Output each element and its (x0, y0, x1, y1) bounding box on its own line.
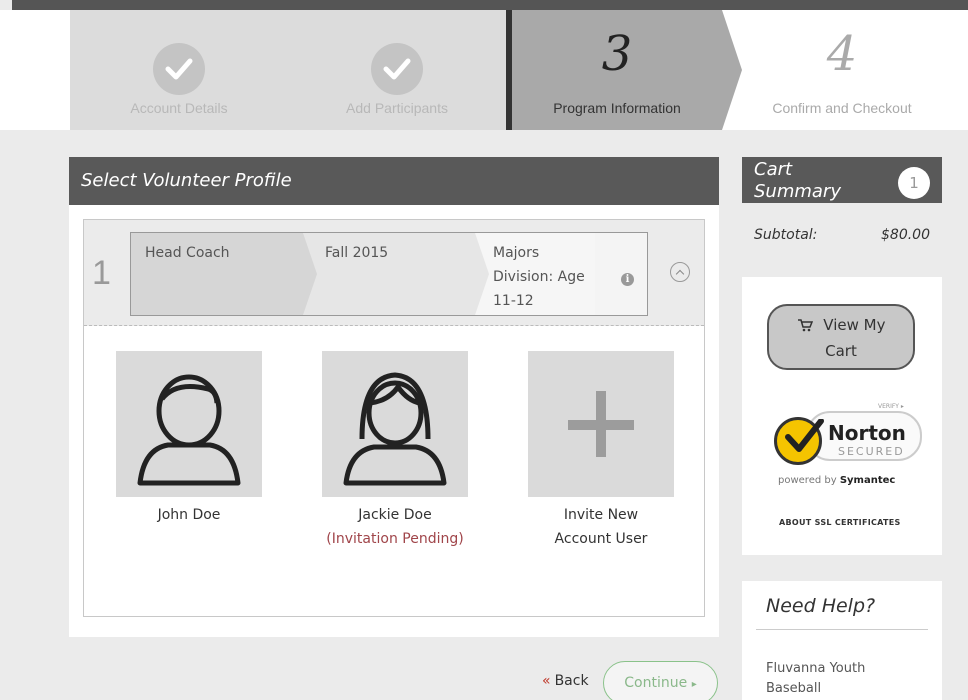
view-cart-label: View My (823, 316, 886, 334)
powered-brand: Symantec (839, 475, 896, 486)
profile-card-john-doe[interactable]: John Doe (104, 351, 274, 527)
plus-icon (528, 351, 674, 497)
checkmark-icon (371, 43, 423, 95)
checkout-steps: Account Details Add Participants 3 Progr… (70, 10, 968, 130)
cart-icon (797, 316, 824, 334)
profile-list: John Doe Jackie Doe (Invitation Pending) (84, 326, 704, 616)
subtotal-label: Subtotal: (754, 227, 818, 243)
step-account-details[interactable]: Account Details (70, 10, 288, 130)
step-label: Confirm and Checkout (772, 100, 912, 116)
back-label: Back (554, 673, 589, 689)
continue-arrow-icon: ▸ (691, 679, 697, 690)
step-arrow (722, 10, 742, 130)
subtotal-amount: $80.00 (881, 227, 930, 243)
volunteer-entry: 1 Head Coach Fall 2015 Majors Division: … (83, 219, 705, 617)
step-label: Account Details (130, 100, 228, 116)
continue-label: Continue (624, 675, 688, 691)
help-title: Need Help? (766, 595, 876, 617)
role-breadcrumb: Head Coach Fall 2015 Majors Division: Ag… (130, 232, 648, 316)
top-bar (12, 0, 968, 10)
info-icon[interactable]: i (621, 273, 634, 286)
step-confirm-checkout[interactable]: 4 Confirm and Checkout (742, 10, 942, 130)
panel-title: Select Volunteer Profile (69, 157, 719, 205)
male-avatar-icon (116, 351, 262, 497)
profile-name: Jackie Doe (358, 507, 432, 523)
profile-card-jackie-doe[interactable]: Jackie Doe (Invitation Pending) (310, 351, 480, 551)
back-chevron-icon: « (542, 673, 551, 689)
subtotal-row: Subtotal: $80.00 (742, 203, 942, 277)
view-cart-button[interactable]: View My Cart (767, 304, 915, 370)
help-organization[interactable]: Fluvanna Youth Baseball (766, 659, 916, 699)
profile-name: John Doe (157, 507, 221, 523)
norton-brand: Norton (828, 421, 906, 445)
step-program-information[interactable]: 3 Program Information (512, 10, 722, 130)
norton-secured-seal[interactable]: VERIFY ▸ Norton SECURED powered by Syman… (770, 397, 930, 507)
entry-header: 1 Head Coach Fall 2015 Majors Division: … (84, 220, 704, 326)
cart-title: Cart Summary 1 (742, 157, 942, 203)
step-label: Add Participants (346, 100, 448, 116)
norton-tick-icon (785, 419, 824, 452)
breadcrumb-role: Head Coach (131, 233, 303, 315)
female-avatar-icon (322, 351, 468, 497)
norton-powered-by: powered by Symantec (778, 475, 895, 486)
breadcrumb-arrow (303, 233, 317, 315)
continue-button[interactable]: Continue ▸ (603, 661, 718, 700)
invite-new-user-card[interactable]: Invite New Account User (516, 351, 686, 551)
step-add-participants[interactable]: Add Participants (288, 10, 506, 130)
back-link[interactable]: «Back (542, 673, 589, 689)
volunteer-profile-panel: Select Volunteer Profile 1 Head Coach Fa… (69, 157, 719, 637)
powered-prefix: powered by (778, 475, 837, 486)
step-number: 4 (826, 26, 858, 82)
collapse-icon[interactable] (670, 262, 690, 282)
breadcrumb-season: Fall 2015 (303, 233, 475, 315)
cart-count-badge: 1 (898, 167, 930, 199)
breadcrumb-arrow (475, 233, 489, 315)
help-divider (756, 629, 928, 630)
help-panel: Need Help? Fluvanna Youth Baseball (742, 581, 942, 700)
view-cart-label-line2: Cart (825, 342, 857, 360)
entry-number: 1 (92, 254, 111, 292)
checkmark-icon (153, 43, 205, 95)
invite-label: Invite New Account User (554, 507, 648, 547)
invitation-status: (Invitation Pending) (326, 531, 464, 547)
norton-verify-label: VERIFY ▸ (878, 403, 904, 410)
step-label: Program Information (553, 100, 681, 116)
ssl-certificates-link[interactable]: ABOUT SSL CERTIFICATES (779, 518, 901, 527)
norton-secured-text: SECURED (838, 445, 905, 458)
step-number: 3 (601, 26, 633, 82)
cart-summary: Cart Summary 1 Subtotal: $80.00 View My … (742, 157, 942, 555)
breadcrumb-division: Majors Division: Age 11-12 (475, 233, 595, 315)
